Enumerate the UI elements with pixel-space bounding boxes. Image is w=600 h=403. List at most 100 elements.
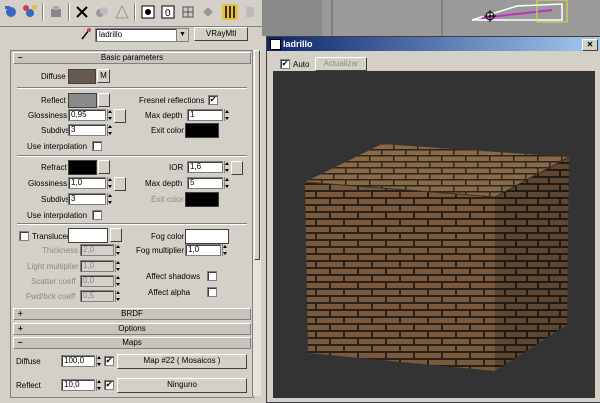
rollout-title: BRDF xyxy=(121,309,143,318)
fog-multiplier-field[interactable]: 1,0 xyxy=(185,244,221,256)
light-multiplier-field[interactable]: 1,0 xyxy=(80,260,114,272)
glossiness-field[interactable]: 0,95 xyxy=(68,109,106,121)
reset-map-icon[interactable] xyxy=(74,4,90,20)
fwd-bck-coeff-label: Fwd/bck coeff xyxy=(26,292,76,301)
thickness-field[interactable]: 2,0 xyxy=(80,244,114,256)
refract-use-interpolation-label: Use interpolation xyxy=(27,211,88,220)
refract-exit-color-swatch[interactable] xyxy=(185,192,219,207)
put-library-icon[interactable] xyxy=(140,4,156,20)
maps-diffuse-amount[interactable]: 100,0 xyxy=(61,355,95,367)
window-icon xyxy=(270,39,281,50)
maps-diffuse-map-button[interactable]: Map #22 ( Mosaicos ) xyxy=(117,354,247,369)
reflect-color-swatch[interactable] xyxy=(68,93,97,108)
translucent-checkbox[interactable] xyxy=(19,231,29,241)
ior-map-button[interactable] xyxy=(231,161,243,175)
pick-material-icon[interactable] xyxy=(80,27,92,41)
max-depth-label: Max depth xyxy=(145,111,183,120)
ior-spinner[interactable] xyxy=(224,161,230,173)
refract-glossiness-field[interactable]: 1,0 xyxy=(68,177,106,189)
refract-subdivs-field[interactable]: 3 xyxy=(68,193,106,205)
refract-max-depth-spinner[interactable] xyxy=(224,177,230,189)
update-button[interactable]: Actualizar xyxy=(315,57,367,71)
thickness-label: Thickness xyxy=(42,246,79,255)
scatter-coeff-spinner[interactable] xyxy=(115,275,121,287)
copy-material-icon[interactable] xyxy=(94,4,110,20)
fwd-bck-coeff-spinner[interactable] xyxy=(115,290,121,302)
expand-icon: + xyxy=(18,309,23,318)
fog-multiplier-spinner[interactable] xyxy=(222,244,228,256)
rollout-title: Options xyxy=(118,324,146,333)
refract-subdivs-label: Subdivs xyxy=(41,195,70,204)
reflect-map-button[interactable] xyxy=(98,93,110,107)
assign-material-icon[interactable] xyxy=(48,4,64,20)
refract-max-depth-label: Max depth xyxy=(145,179,183,188)
scatter-coeff-label: Scatter coeff xyxy=(31,277,76,286)
put-material-icon[interactable] xyxy=(22,4,38,20)
maps-reflect-label: Reflect xyxy=(16,381,41,390)
rollout-brdf[interactable]: + BRDF xyxy=(13,308,251,320)
maps-reflect-amount[interactable]: 10,0 xyxy=(61,379,95,391)
translucent-map-button[interactable] xyxy=(110,228,122,242)
maps-reflect-map-button[interactable]: Ninguno xyxy=(117,378,247,393)
light-multiplier-spinner[interactable] xyxy=(115,260,121,272)
use-interpolation-checkbox[interactable] xyxy=(92,141,102,151)
translucent-color-swatch[interactable] xyxy=(68,228,108,243)
material-preview-render xyxy=(273,71,595,398)
show-map-icon[interactable] xyxy=(180,4,196,20)
maps-diffuse-spinner[interactable] xyxy=(96,355,102,367)
go-to-parent-icon[interactable] xyxy=(222,4,238,20)
scatter-coeff-field[interactable]: 0,0 xyxy=(80,275,114,287)
max-depth-field[interactable]: 1 xyxy=(187,109,223,121)
exit-color-swatch[interactable] xyxy=(185,123,219,138)
thickness-spinner[interactable] xyxy=(115,244,121,256)
auto-label: Auto xyxy=(293,60,310,69)
glossiness-label: Glossiness xyxy=(28,111,68,120)
refract-max-depth-field[interactable]: 5 xyxy=(187,177,223,189)
rollout-maps[interactable]: – Maps xyxy=(13,337,251,349)
refract-color-swatch[interactable] xyxy=(68,160,97,175)
affect-shadows-checkbox[interactable] xyxy=(207,271,217,281)
affect-alpha-checkbox[interactable] xyxy=(207,287,217,297)
diffuse-map-button[interactable]: M xyxy=(97,69,110,83)
get-material-icon[interactable] xyxy=(4,4,20,20)
material-type-button[interactable]: VRayMtl xyxy=(194,27,248,41)
auto-checkbox[interactable]: ✔ xyxy=(280,59,290,69)
subdivs-spinner[interactable] xyxy=(107,124,113,136)
glossiness-map-button[interactable] xyxy=(114,109,126,123)
refract-glossiness-spinner[interactable] xyxy=(107,177,113,189)
maps-diffuse-label: Diffuse xyxy=(16,357,41,366)
fog-color-swatch[interactable] xyxy=(185,229,229,244)
close-icon[interactable]: ✕ xyxy=(582,39,598,51)
diffuse-color-swatch[interactable] xyxy=(68,69,96,84)
maps-reflect-spinner[interactable] xyxy=(96,379,102,391)
refract-map-button[interactable] xyxy=(98,160,110,174)
ior-label: IOR xyxy=(169,163,184,172)
show-end-result-icon[interactable] xyxy=(200,4,216,20)
refract-subdivs-spinner[interactable] xyxy=(107,193,113,205)
refract-glossiness-map-button[interactable] xyxy=(114,177,126,191)
preview-titlebar[interactable]: ladrillo ✕ xyxy=(267,37,600,51)
maps-reflect-checkbox[interactable]: ✔ xyxy=(104,380,114,390)
max-depth-spinner[interactable] xyxy=(224,109,230,121)
glossiness-spinner[interactable] xyxy=(107,109,113,121)
fresnel-label: Fresnel reflections xyxy=(139,96,205,105)
unique-material-icon[interactable] xyxy=(114,4,130,20)
exit-color-label: Exit color xyxy=(151,126,184,135)
ior-field[interactable]: 1,6 xyxy=(187,161,223,173)
fog-color-label: Fog color xyxy=(151,232,185,241)
rollout-options[interactable]: + Options xyxy=(13,323,251,335)
diffuse-label: Diffuse xyxy=(41,72,66,81)
collapse-icon: – xyxy=(18,53,23,62)
fwd-bck-coeff-field[interactable]: 0,5 xyxy=(80,290,114,302)
maps-diffuse-checkbox[interactable]: ✔ xyxy=(104,356,114,366)
subdivs-field[interactable]: 3 xyxy=(68,124,106,136)
panel-scrollbar[interactable] xyxy=(252,50,261,396)
rollout-basic-parameters[interactable]: – Basic parameters xyxy=(13,52,251,64)
go-forward-sibling-icon[interactable] xyxy=(242,4,258,20)
refract-use-interpolation-checkbox[interactable] xyxy=(92,210,102,220)
material-effects-icon[interactable]: 0 xyxy=(160,4,176,20)
fresnel-checkbox[interactable]: ✔ xyxy=(208,95,218,105)
material-name-dropdown[interactable]: ladrillo ▼ xyxy=(95,28,189,42)
preview-window: ladrillo ✕ ✔ Auto Actualizar xyxy=(266,36,600,403)
use-interpolation-label: Use interpolation xyxy=(27,142,88,151)
